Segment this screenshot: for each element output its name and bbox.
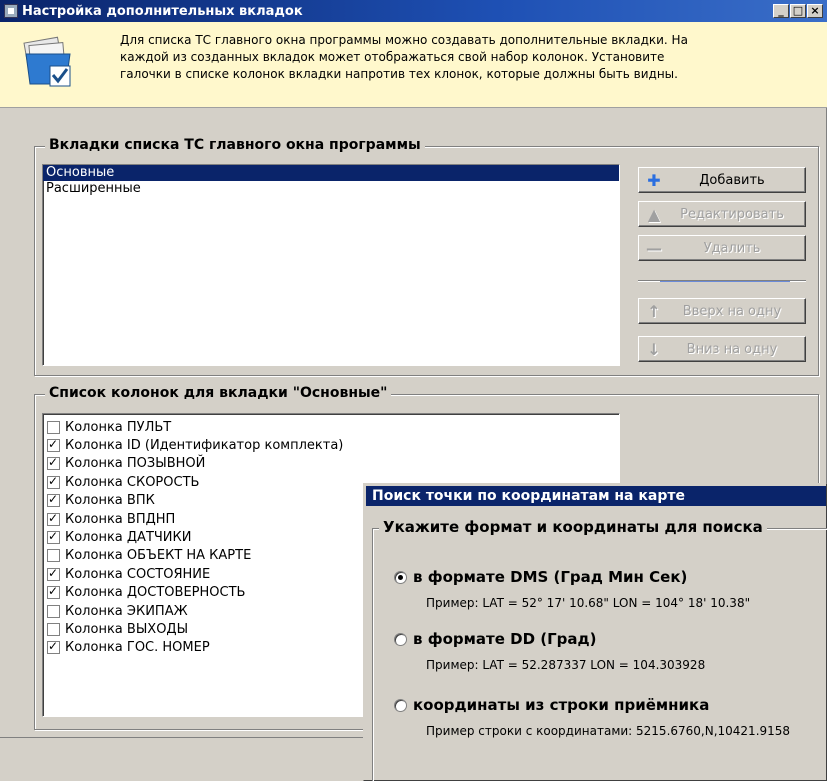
maximize-button[interactable]: □ [790, 4, 806, 18]
checkbox[interactable] [47, 437, 60, 453]
column-checkbox-row[interactable]: Колонка ID (Идентификатор комплекта) [43, 436, 619, 454]
separator-accent [660, 281, 790, 282]
dialog-title: Поиск точки по координатам на карте [366, 486, 826, 506]
checkbox[interactable] [47, 622, 60, 636]
info-text: Для списка ТС главного окна программы мо… [120, 33, 688, 81]
column-label: Колонка ЭКИПАЖ [65, 603, 188, 619]
column-label: Колонка ГОС. НОМЕР [65, 640, 210, 656]
checkbox[interactable] [47, 529, 60, 545]
title-bar: Настройка дополнительных вкладок _ □ × [0, 0, 827, 22]
checkbox[interactable] [47, 492, 60, 508]
move-down-button-label: Вниз на одну [686, 341, 778, 357]
move-up-button-label: Вверх на одну [682, 303, 782, 319]
radio-label: координаты из строки приёмника [413, 696, 710, 714]
add-button-label: Добавить [699, 172, 765, 188]
edit-button-label: Редактировать [680, 206, 784, 222]
checkbox[interactable] [47, 604, 60, 618]
coordinate-search-dialog: Поиск точки по координатам на карте Укаж… [363, 483, 827, 781]
radio-label: в формате DD (Град) [413, 630, 597, 648]
tabs-group-title: Вкладки списка ТС главного окна программ… [45, 137, 425, 153]
column-label: Колонка ПУЛЬТ [65, 419, 172, 435]
radio-label: в формате DMS (Град Мин Сек) [413, 568, 688, 586]
checkbox[interactable] [47, 549, 60, 563]
add-button[interactable]: ✚ Добавить [638, 167, 806, 193]
column-label: Колонка ВПДНП [65, 511, 176, 527]
column-label: Колонка ОБЪЕКТ НА КАРТЕ [65, 548, 252, 564]
arrow-up-icon: ↑ [647, 301, 661, 321]
example-receiver: Пример строки с координатами: 5215.6760,… [426, 724, 791, 738]
checkbox[interactable] [47, 455, 60, 471]
checkbox[interactable] [47, 511, 60, 526]
delete-button[interactable]: — Удалить [638, 235, 806, 261]
minus-icon: — [646, 238, 662, 258]
checkbox[interactable] [47, 584, 60, 600]
radio-receiver-string[interactable]: координаты из строки приёмника [394, 696, 709, 714]
folders-checkmark-icon [23, 36, 71, 87]
column-label: Колонка ВПК [65, 493, 155, 509]
tabs-list[interactable]: Основные Расширенные [42, 164, 620, 366]
checkbox[interactable] [47, 639, 60, 655]
edit-button[interactable]: ▲ Редактировать [638, 201, 806, 227]
checkbox[interactable] [47, 474, 60, 489]
arrow-down-icon: ↓ [647, 339, 661, 359]
triangle-up-icon: ▲ [647, 204, 661, 224]
example-dms: Пример: LAT = 52° 17' 10.68" LON = 104° … [426, 596, 751, 610]
radio-button[interactable] [394, 632, 407, 646]
close-button[interactable]: × [807, 4, 823, 18]
move-up-button[interactable]: ↑ Вверх на одну [638, 298, 806, 324]
radio-button[interactable] [394, 570, 407, 584]
list-item[interactable]: Основные [43, 165, 619, 181]
column-checkbox-row[interactable]: Колонка ПУЛЬТ [43, 418, 619, 436]
format-group-title: Укажите формат и координаты для поиска [379, 518, 767, 536]
column-label: Колонка ДАТЧИКИ [65, 530, 192, 546]
plus-icon: ✚ [647, 170, 661, 190]
minimize-button[interactable]: _ [773, 4, 789, 18]
example-dd: Пример: LAT = 52.287337 LON = 104.303928 [426, 658, 706, 672]
format-group: Укажите формат и координаты для поиска [372, 518, 827, 781]
radio-button[interactable] [394, 698, 407, 712]
checkbox[interactable] [47, 566, 60, 581]
column-checkbox-row[interactable]: Колонка ПОЗЫВНОЙ [43, 455, 619, 473]
column-label: Колонка СОСТОЯНИЕ [65, 566, 211, 582]
info-panel: Для списка ТС главного окна программы мо… [0, 22, 827, 108]
column-label: Колонка ПОЗЫВНОЙ [65, 456, 206, 472]
column-label: Колонка ДОСТОВЕРНОСТЬ [65, 585, 246, 601]
move-down-button[interactable]: ↓ Вниз на одну [638, 336, 806, 362]
app-icon [4, 4, 18, 18]
radio-dd[interactable]: в формате DD (Град) [394, 630, 596, 648]
window-title: Настройка дополнительных вкладок [22, 3, 303, 19]
checkbox[interactable] [47, 420, 60, 434]
list-item[interactable]: Расширенные [43, 181, 619, 197]
column-label: Колонка СКОРОСТЬ [65, 474, 200, 490]
columns-group-title: Список колонок для вкладки "Основные" [45, 385, 392, 401]
radio-dms[interactable]: в формате DMS (Град Мин Сек) [394, 568, 687, 586]
delete-button-label: Удалить [703, 240, 761, 256]
column-label: Колонка ВЫХОДЫ [65, 621, 189, 637]
column-label: Колонка ID (Идентификатор комплекта) [65, 438, 344, 454]
